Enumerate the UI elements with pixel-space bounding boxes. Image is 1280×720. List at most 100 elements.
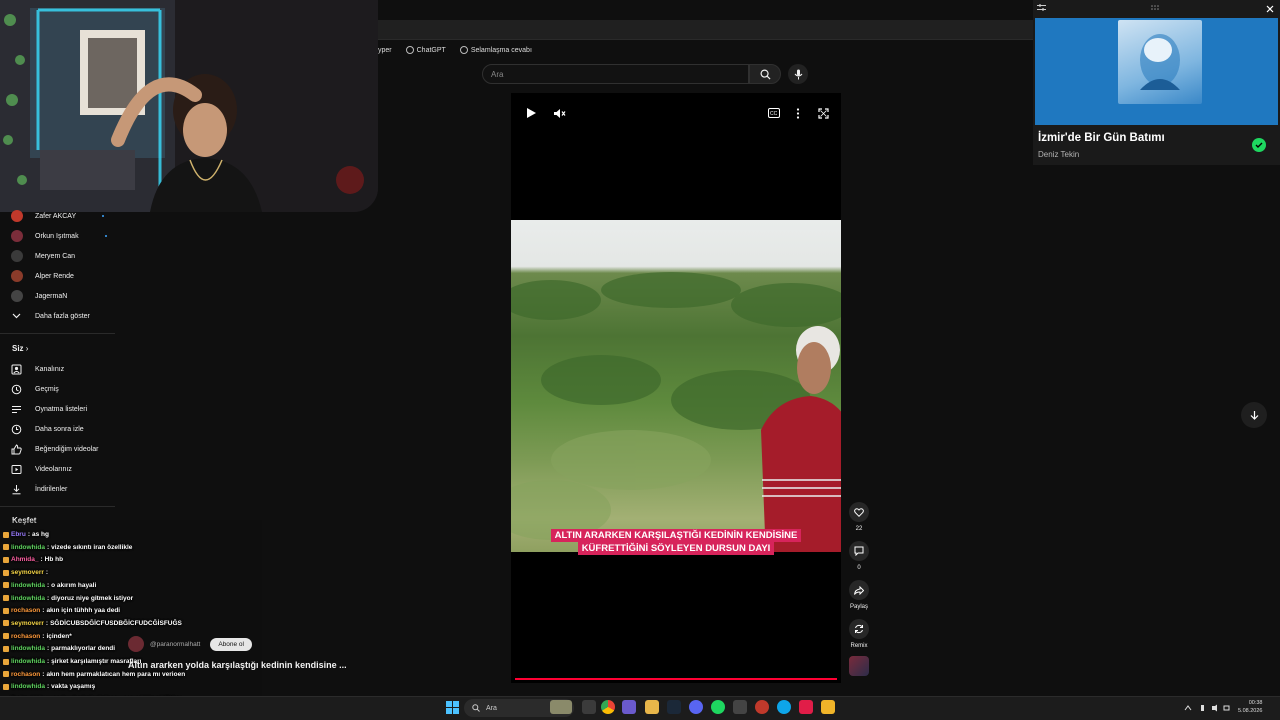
channel-handle[interactable]: @paranormalhatt [150, 641, 200, 648]
like-button[interactable] [849, 502, 869, 522]
chat-message: lindowhida : parmaklıyorlar dendi [3, 642, 115, 655]
chat-username[interactable]: lindowhida [11, 658, 45, 665]
chat-username[interactable]: lindowhida [11, 582, 45, 589]
chat-separator: : [46, 658, 50, 665]
mute-button[interactable] [551, 105, 567, 121]
chat-badge-icon [3, 595, 9, 601]
more-options-button[interactable] [790, 105, 806, 121]
windows-start-icon[interactable] [446, 701, 459, 714]
sidebar-item-downloads[interactable]: İndirilenler [10, 479, 67, 499]
video-icon [11, 464, 22, 474]
chat-text: içinden* [46, 632, 72, 640]
chat-separator: : [45, 619, 49, 627]
sidebar-item-playlists[interactable]: Oynatma listeleri [10, 399, 87, 419]
app-icon[interactable] [622, 700, 636, 714]
chat-separator: : [45, 569, 49, 577]
chat-username[interactable]: lindowhida [11, 645, 45, 652]
fullscreen-button[interactable] [815, 105, 831, 121]
sidebar-item-label: Meryem Can [35, 252, 76, 260]
shorts-video-player[interactable]: CC ALTIN ARARKEN KARŞILAŞTIĞI KEDİNİN KE… [511, 93, 841, 683]
play-icon [526, 108, 536, 118]
chat-separator: : [42, 670, 45, 678]
clock-time: 00:38 [1248, 700, 1263, 706]
steam-icon[interactable] [667, 700, 681, 714]
sidebar-item-subscription[interactable]: JagermaN [10, 286, 67, 306]
bookmark-label: ChatGPT [416, 46, 446, 54]
spotify-icon[interactable] [711, 700, 725, 714]
chat-username[interactable]: rochason [11, 671, 40, 678]
saved-check-icon[interactable] [1252, 138, 1266, 152]
avatar [10, 250, 23, 262]
svg-text:CC: CC [770, 111, 778, 117]
app-icon[interactable] [755, 700, 769, 714]
video-frame [511, 220, 841, 552]
app-icon[interactable] [821, 700, 835, 714]
chat-username[interactable]: Ahmida_ [11, 556, 38, 563]
share-button[interactable] [849, 580, 869, 600]
sound-thumbnail[interactable] [849, 656, 869, 676]
chat-username[interactable]: seymoverr [11, 620, 44, 627]
play-button[interactable] [523, 105, 539, 121]
channel-avatar[interactable] [128, 636, 144, 652]
chat-message: rochason : akın için tühhh yaa dedi [3, 604, 120, 617]
chat-username[interactable]: lindowhida [11, 544, 45, 551]
sidebar-item-subscription[interactable]: Zafer AKCAY [10, 206, 105, 226]
task-view-icon[interactable] [582, 700, 596, 714]
terminal-icon[interactable] [733, 700, 747, 714]
bookmark-item[interactable]: ChatGPT [405, 46, 446, 54]
sidebar-item-label: Videolarınız [35, 465, 72, 473]
discord-icon[interactable] [689, 700, 703, 714]
avatar [10, 270, 23, 282]
settings-sliders-icon[interactable] [1037, 4, 1046, 11]
chat-separator: : [46, 543, 50, 551]
chat-username[interactable]: rochason [11, 607, 40, 614]
voice-search-button[interactable] [788, 64, 808, 84]
chat-username[interactable]: rochason [11, 633, 40, 640]
sidebar-item-your-videos[interactable]: Videolarınız [10, 459, 72, 479]
chrome-icon[interactable] [601, 700, 615, 714]
section-header-you[interactable]: Siz › [12, 344, 28, 353]
video-progress-bar[interactable] [515, 678, 837, 680]
chat-username[interactable]: Ebru [11, 531, 26, 538]
chat-username[interactable]: lindowhida [11, 683, 45, 690]
subscribe-button[interactable]: Abone ol [210, 637, 252, 651]
sidebar-item-your-channel[interactable]: Kanalınız [10, 359, 64, 379]
sidebar-item-history[interactable]: Geçmiş [10, 379, 59, 399]
chat-badge-icon [3, 569, 9, 576]
bookmark-item[interactable]: yper [378, 47, 392, 54]
system-tray-icons[interactable] [1184, 704, 1230, 712]
drag-handle-icon[interactable] [1151, 5, 1161, 10]
chat-username[interactable]: seymoverr [11, 569, 44, 576]
close-icon[interactable] [1266, 5, 1274, 13]
chat-text: Hb hb [44, 556, 64, 564]
sidebar-item-liked-videos[interactable]: Beğendiğim videolar [10, 439, 98, 459]
chevron-down-icon [12, 313, 21, 319]
search-icon [760, 69, 771, 80]
app-icon[interactable] [799, 700, 813, 714]
taskbar-clock[interactable]: 00:38 5.08.2026 [1238, 699, 1262, 715]
share-action[interactable]: Paylaş [848, 580, 870, 610]
sidebar-item-subscription[interactable]: Alper Rende [10, 266, 74, 286]
show-more-button[interactable]: Daha fazla göster [10, 306, 90, 326]
video-title[interactable]: Altın ararken yolda karşılaştığı kedinin… [128, 660, 347, 670]
chat-message: rochason : içinden* [3, 630, 72, 643]
remix-action[interactable]: Remix [848, 619, 870, 649]
search-input[interactable]: Ara [482, 64, 749, 84]
bookmark-item[interactable]: Selamlaşma cevabı [459, 46, 532, 54]
search-button[interactable] [749, 64, 781, 84]
sidebar-item-subscription[interactable]: Orkun Işıtmak [10, 226, 107, 246]
comment-action[interactable]: 0 [848, 541, 870, 571]
captions-button[interactable]: CC [766, 105, 782, 121]
next-video-button[interactable] [1241, 402, 1267, 428]
edge-icon[interactable] [777, 700, 791, 714]
chatgpt-icon [459, 46, 468, 54]
sidebar-item-subscription[interactable]: Meryem Can [10, 246, 75, 266]
like-action[interactable]: 22 [848, 502, 870, 532]
remix-button[interactable] [849, 619, 869, 639]
heart-icon [854, 507, 864, 517]
comment-button[interactable] [849, 541, 869, 561]
share-label: Paylaş [849, 604, 868, 610]
file-explorer-icon[interactable] [645, 700, 659, 714]
sidebar-item-watch-later[interactable]: Daha sonra izle [10, 419, 84, 439]
chat-username[interactable]: lindowhida [11, 595, 45, 602]
